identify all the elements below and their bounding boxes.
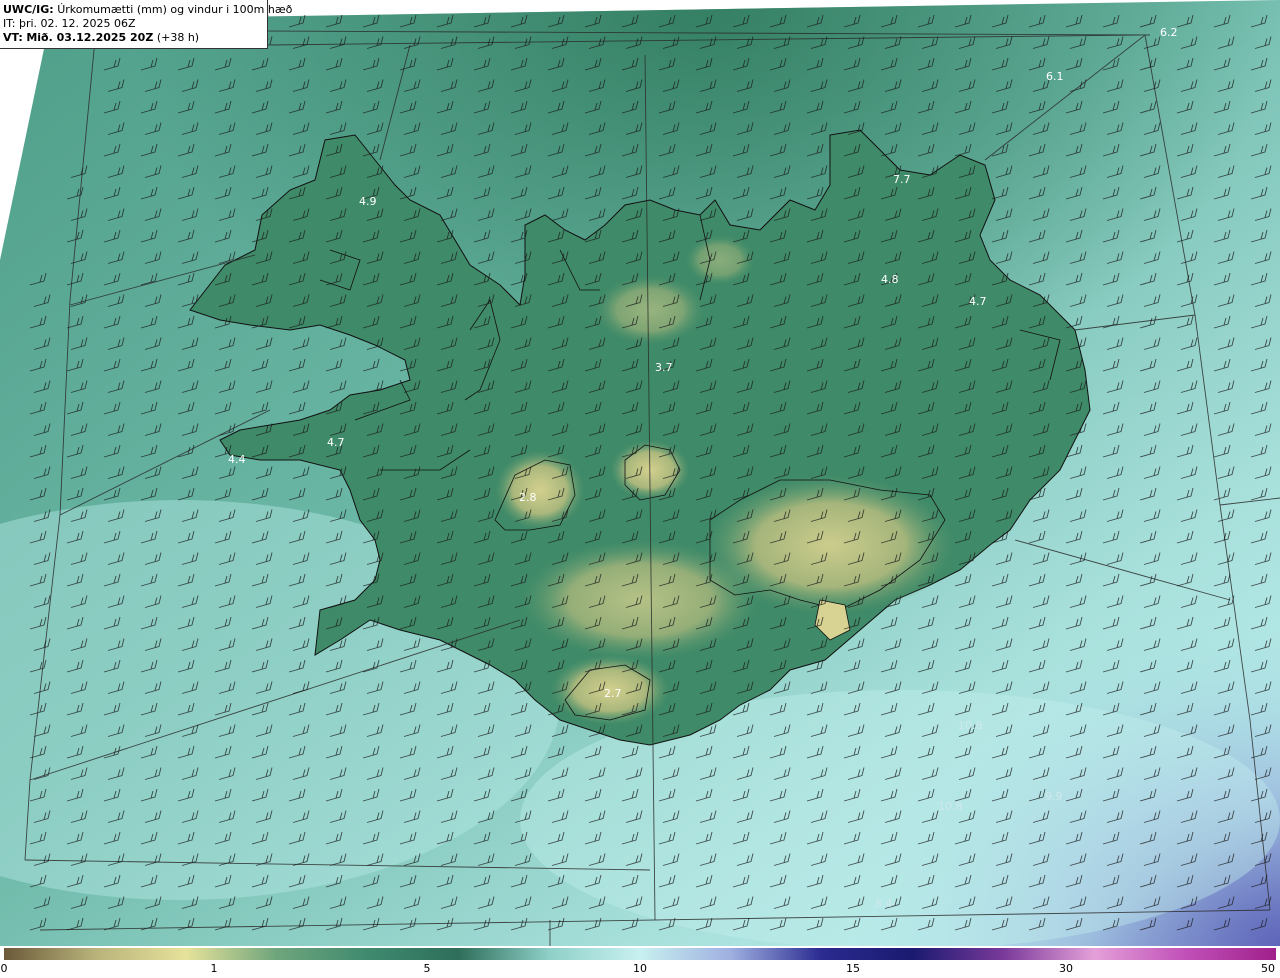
legend-tick: 5 bbox=[423, 962, 431, 975]
legend-tick: 15 bbox=[846, 962, 860, 975]
initial-time: IT: þri. 02. 12. 2025 06Z bbox=[3, 17, 136, 30]
map-label: 4.7 bbox=[327, 436, 345, 449]
color-legend-strip bbox=[4, 948, 1276, 960]
map-label: 9.9 bbox=[1045, 790, 1063, 803]
forecast-offset: (+38 h) bbox=[156, 31, 200, 44]
legend-tick: 50 bbox=[1261, 962, 1275, 975]
map-label: 10.8 bbox=[938, 800, 963, 813]
map-page: 6.2 4.9 4.8 4.7 3.7 4.7 4.4 2.8 2.7 7.7 … bbox=[0, 0, 1280, 978]
map-title-box: UWC/IG: Úrkomumætti (mm) og vindur i 100… bbox=[0, 0, 292, 49]
map-label: 4.4 bbox=[228, 453, 246, 466]
map-label: 2.8 bbox=[519, 491, 537, 504]
map-label: 6.1 bbox=[1046, 70, 1064, 83]
map-label: 4.9 bbox=[359, 195, 377, 208]
legend-tick: 30 bbox=[1059, 962, 1073, 975]
model-name: UWC/IG: bbox=[3, 3, 54, 16]
title-line: UWC/IG: Úrkomumætti (mm) og vindur i 100… bbox=[3, 3, 292, 17]
color-legend: 0 1 5 10 15 30 50 bbox=[0, 946, 1280, 978]
valid-time-line: VT: Mið. 03.12.2025 20Z (+38 h) bbox=[3, 31, 267, 45]
legend-tick: 1 bbox=[210, 962, 218, 975]
valid-time-prefix: VT: bbox=[3, 31, 23, 44]
valid-time: Mið. 03.12.2025 20Z bbox=[26, 31, 154, 44]
map-title: Úrkomumætti (mm) og vindur i 100m hæð bbox=[57, 3, 293, 16]
map-label: 8.4 bbox=[875, 897, 893, 910]
map-label: 4.7 bbox=[969, 295, 987, 308]
legend-tick: 10 bbox=[633, 962, 647, 975]
map-label: 10.8 bbox=[958, 719, 983, 732]
map-label: 3.7 bbox=[655, 361, 673, 374]
map-label: 2.7 bbox=[604, 687, 622, 700]
map-label: 7.7 bbox=[893, 173, 911, 186]
map-label: 6.2 bbox=[1160, 26, 1178, 39]
precipitation-wind-map[interactable]: 6.2 4.9 4.8 4.7 3.7 4.7 4.4 2.8 2.7 7.7 … bbox=[0, 0, 1280, 946]
map-label: 4.8 bbox=[881, 273, 899, 286]
legend-tick: 0 bbox=[0, 962, 8, 975]
